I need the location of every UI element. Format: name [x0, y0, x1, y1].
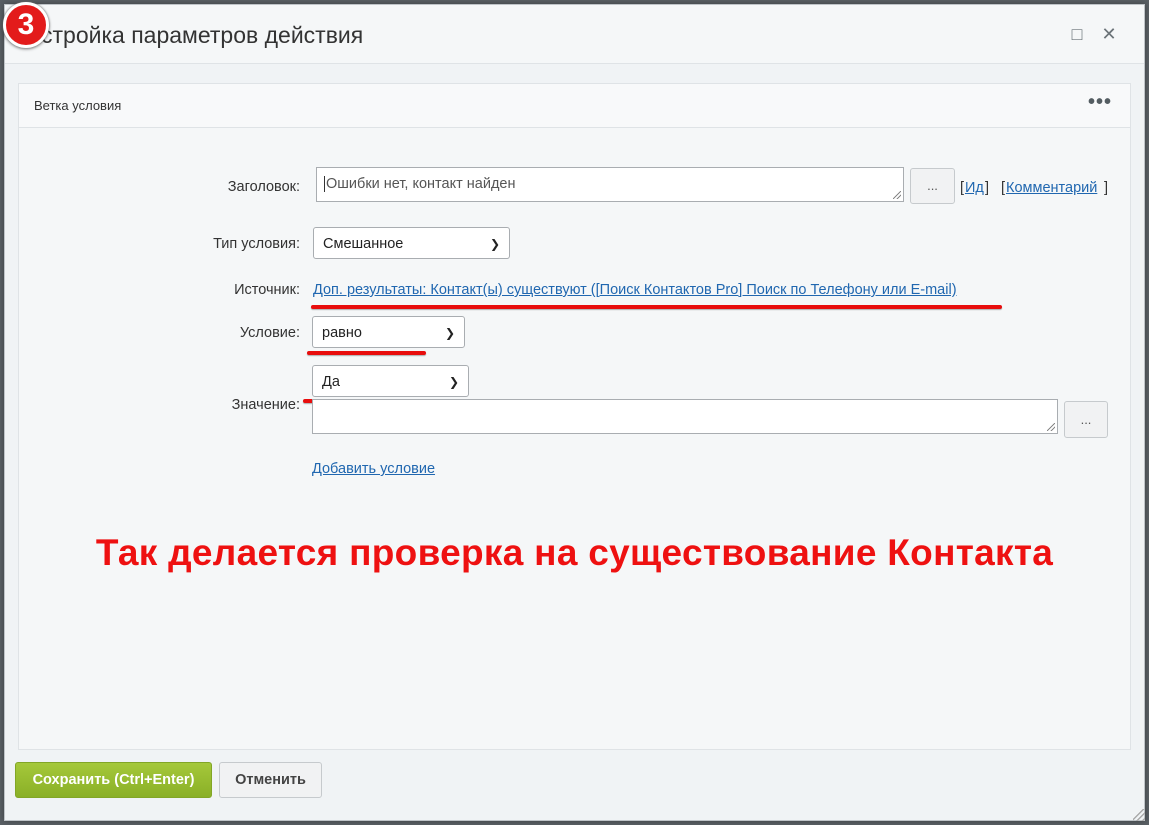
chevron-down-icon: ❯	[448, 375, 459, 389]
resize-handle-icon[interactable]	[1047, 423, 1055, 431]
chevron-down-icon: ❯	[489, 237, 500, 251]
annotation-underline-condition	[307, 351, 426, 355]
close-icon[interactable]: ✕	[1098, 23, 1120, 45]
id-link-bracket-close: ]	[985, 180, 990, 196]
condition-operator-value: равно	[322, 325, 362, 341]
header-input[interactable]: Ошибки нет, контакт найден	[316, 167, 904, 202]
value-select[interactable]: Да ❯	[312, 365, 469, 397]
id-link-bracket-open: [	[960, 180, 965, 196]
condition-type-label: Тип условия:	[213, 236, 300, 252]
id-link[interactable]: Ид	[965, 180, 984, 196]
panel-header: Ветка условия •••	[19, 84, 1130, 128]
resize-handle-icon[interactable]	[893, 191, 901, 199]
value-more-button[interactable]: ...	[1064, 401, 1108, 438]
panel-title: Ветка условия	[34, 98, 122, 113]
condition-operator-select[interactable]: равно ❯	[312, 316, 465, 348]
condition-type-select[interactable]: Смешанное ❯	[313, 227, 510, 259]
source-label: Источник:	[234, 282, 300, 298]
comment-link[interactable]: Комментарий	[1006, 180, 1097, 196]
window-resize-grip-icon[interactable]	[1133, 809, 1145, 821]
value-input[interactable]	[312, 399, 1058, 434]
dialog-title: стройка параметров действия	[41, 22, 364, 48]
source-link[interactable]: Доп. результаты: Контакт(ы) существуют (…	[313, 282, 957, 298]
chevron-down-icon: ❯	[444, 326, 455, 340]
more-menu-icon[interactable]: •••	[1088, 91, 1112, 114]
step-number: 3	[3, 2, 49, 48]
comment-link-bracket-close: ]	[1104, 180, 1109, 196]
annotation-caption: Так делается проверка на существование К…	[95, 532, 1054, 573]
comment-link-bracket-open: [	[1001, 180, 1006, 196]
step-badge: 3	[1, 0, 53, 52]
dialog-titlebar: стройка параметров действия □ ✕	[5, 5, 1144, 64]
cancel-button[interactable]: Отменить	[219, 762, 322, 798]
value-label: Значение:	[231, 397, 300, 413]
annotation-underline-source	[311, 305, 1002, 309]
maximize-icon[interactable]: □	[1066, 23, 1088, 45]
save-button[interactable]: Сохранить (Ctrl+Enter)	[15, 762, 212, 798]
header-more-button[interactable]: ...	[910, 168, 955, 204]
condition-label: Условие:	[239, 325, 300, 341]
header-input-value: Ошибки нет, контакт найден	[326, 176, 516, 192]
text-cursor	[324, 176, 325, 192]
header-label: Заголовок:	[227, 179, 300, 195]
value-select-value: Да	[322, 374, 340, 390]
add-condition-link[interactable]: Добавить условие	[312, 461, 435, 477]
condition-type-value: Смешанное	[323, 236, 404, 252]
